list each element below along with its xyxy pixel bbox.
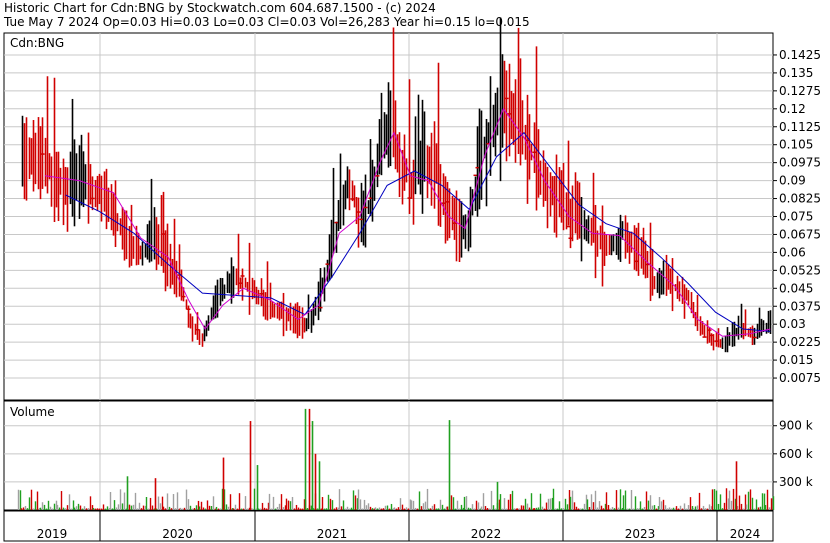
year-label-2020: 2020 [162, 527, 193, 541]
price-tick-label: 0.045 [779, 281, 813, 295]
volume-panel-frame [3, 400, 774, 511]
price-tick-label: 0.0525 [779, 263, 821, 277]
price-tick-label: 0.075 [779, 210, 813, 224]
time-axis: 2019 2020 2021 2022 2023 2024 [3, 510, 774, 542]
year-label-2021: 2021 [317, 527, 348, 541]
price-tick-label: 0.015 [779, 353, 813, 367]
price-tick-label: 0.0825 [779, 192, 821, 206]
price-tick-label: 0.105 [779, 138, 813, 152]
year-label-2019: 2019 [37, 527, 68, 541]
volume-tick-label: 900 k [779, 419, 813, 433]
price-panel-label: Cdn:BNG [10, 36, 64, 50]
price-tick-label: 0.135 [779, 66, 813, 80]
price-axis: 0.0075 0.015 0.0225 0.03 0.0375 0.045 0.0525 0.… [773, 48, 821, 385]
price-tick-label: 0.0075 [779, 371, 821, 385]
stock-chart: 0.0075 0.015 0.0225 0.03 0.0375 0.045 0.0525 0.… [3, 17, 821, 542]
volume-axis: 300 k 600 k 900 k [773, 419, 813, 489]
price-tick-label: 0.03 [779, 317, 806, 331]
year-label-2022: 2022 [471, 527, 502, 541]
volume-panel: 300 k 600 k 900 k Volume [3, 400, 813, 511]
price-tick-label: 0.06 [779, 245, 806, 259]
price-panel: 0.0075 0.015 0.0225 0.03 0.0375 0.045 0.0525 0.… [3, 17, 821, 401]
price-tick-label: 0.0375 [779, 299, 821, 313]
price-tick-label: 0.1425 [779, 48, 821, 62]
price-tick-label: 0.09 [779, 174, 806, 188]
time-axis-frame [3, 510, 774, 542]
volume-tick-label: 300 k [779, 475, 813, 489]
price-tick-label: 0.0225 [779, 335, 821, 349]
price-tick-label: 0.12 [779, 102, 806, 116]
price-tick-label: 0.0975 [779, 156, 821, 170]
year-label-2023: 2023 [625, 527, 656, 541]
price-tick-label: 0.1125 [779, 120, 821, 134]
year-label-2024: 2024 [730, 527, 761, 541]
price-tick-label: 0.0675 [779, 227, 821, 241]
price-tick-label: 0.1275 [779, 84, 821, 98]
volume-panel-label: Volume [10, 405, 55, 419]
volume-tick-label: 600 k [779, 447, 813, 461]
